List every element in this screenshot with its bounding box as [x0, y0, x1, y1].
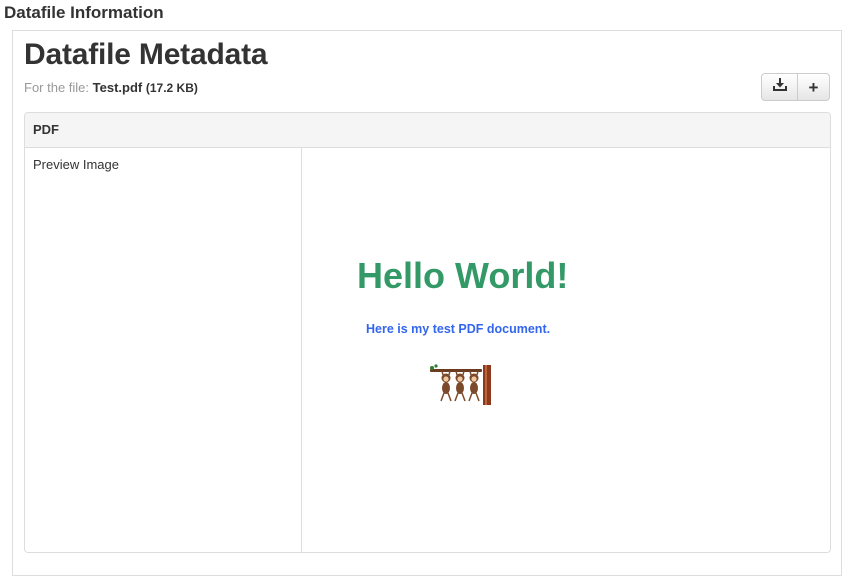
plus-icon: + [808, 77, 819, 97]
file-prefix: For the file: [24, 80, 90, 95]
download-button[interactable] [761, 73, 798, 101]
preview-heading: Hello World! [357, 255, 569, 296]
metadata-panel: PDF Preview Image Hello World! Here is m… [24, 112, 831, 553]
preview-image: Hello World! Here is my test PDF documen… [302, 148, 830, 552]
file-info: For the file: Test.pdf (17.2 KB) [24, 80, 198, 95]
panel-heading: PDF [25, 113, 830, 148]
metadata-container: Datafile Metadata For the file: Test.pdf… [12, 30, 842, 576]
monkeys-illustration [428, 363, 494, 412]
row-label: Preview Image [25, 148, 302, 552]
panel-body: Preview Image Hello World! Here is my te… [25, 148, 830, 552]
add-button[interactable]: + [798, 73, 830, 101]
section-title: Datafile Information [4, 3, 164, 22]
preview-subtext: Here is my test PDF document. [366, 322, 551, 336]
file-size: (17.2 KB) [145, 81, 198, 95]
file-name: Test.pdf [92, 80, 143, 95]
action-button-group: + [761, 73, 830, 101]
download-icon [772, 77, 788, 97]
page-title: Datafile Metadata [24, 38, 268, 71]
